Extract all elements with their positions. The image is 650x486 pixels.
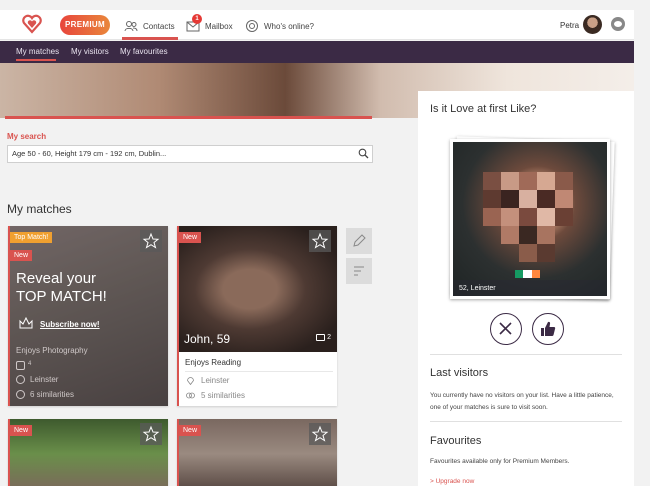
crown-icon (19, 316, 33, 329)
photo-caption: 52, Leinster (459, 285, 496, 292)
matches-title: My matches (7, 202, 72, 216)
new-tag: New (179, 425, 202, 436)
reveal-headline: Reveal your TOP MATCH! (16, 270, 107, 306)
edit-button[interactable] (346, 228, 372, 254)
premium-button[interactable]: PREMIUM (60, 15, 110, 35)
favourite-star-button[interactable] (140, 423, 162, 445)
match-card[interactable]: New John, 59 2 Enjoys Reading Leinster 5… (177, 226, 337, 406)
favourite-star-button[interactable] (140, 230, 162, 252)
similarities-icon (186, 392, 195, 399)
thumbs-up-icon (541, 321, 556, 336)
favourite-star-button[interactable] (309, 230, 331, 252)
card-similarities: 5 similarities (201, 391, 246, 400)
card-interest: Enjoys Reading (185, 358, 242, 367)
card-location: Leinster (201, 376, 230, 385)
edit-icon (353, 234, 366, 247)
nav-whos-online[interactable]: Who's online? (245, 16, 314, 36)
top-header: PREMIUM Contacts Mailbox 1 Who's online?… (0, 10, 634, 40)
camera-icon (316, 334, 326, 341)
like-photo-stack[interactable]: 52, Leinster (450, 136, 615, 300)
similarities-icon (16, 390, 25, 399)
like-button[interactable] (532, 313, 564, 345)
new-tag: New (10, 250, 33, 261)
nav-contacts[interactable]: Contacts (124, 16, 175, 36)
top-match-card[interactable]: Top Match! New Reveal your TOP MATCH! Su… (8, 226, 168, 406)
nav-mailbox-label: Mailbox (205, 21, 233, 31)
card-interest: Enjoys Photography (16, 346, 88, 355)
camera-icon (16, 361, 25, 370)
search-icon[interactable] (358, 148, 369, 159)
match-name-age: John, 59 (184, 332, 231, 346)
nav-whos-online-label: Who's online? (264, 21, 314, 31)
sort-button[interactable] (346, 258, 372, 284)
ireland-flag-icon (515, 270, 540, 278)
top-match-tag: Top Match! (10, 232, 53, 243)
active-subnav-indicator (16, 59, 56, 61)
photo-count: 4 (28, 361, 32, 367)
dislike-button[interactable] (490, 313, 522, 345)
favourites-title: Favourites (430, 435, 482, 447)
nav-contacts-label: Contacts (143, 21, 175, 31)
star-icon (142, 425, 160, 442)
subnav-my-matches[interactable]: My matches (16, 47, 59, 56)
pixelated-photo: 52, Leinster (453, 142, 607, 296)
upgrade-link[interactable]: > Upgrade now (430, 478, 474, 485)
subnav-my-favourites[interactable]: My favourites (120, 47, 168, 56)
search-label: My search (7, 132, 47, 141)
location-icon (187, 377, 194, 385)
love-at-first-like-title: Is it Love at first Like? (430, 103, 537, 115)
sort-icon (354, 266, 364, 276)
avatar[interactable] (583, 15, 602, 34)
star-icon (311, 425, 329, 442)
last-visitors-title: Last visitors (430, 367, 489, 379)
contacts-icon (124, 21, 138, 32)
card-similarities: 6 similarities (30, 390, 75, 399)
subnav-my-visitors[interactable]: My visitors (71, 47, 109, 56)
close-icon (499, 322, 512, 335)
active-nav-indicator (122, 37, 178, 40)
card-divider (185, 371, 333, 372)
match-card[interactable]: New (177, 419, 337, 486)
subscribe-link[interactable]: Subscribe now! (40, 320, 100, 329)
card-location: Leinster (30, 375, 59, 384)
reveal-line-1: Reveal your (16, 270, 97, 287)
search-input[interactable]: Age 50 - 60, Height 179 cm - 192 cm, Dub… (7, 145, 373, 163)
photo-stack-front: 52, Leinster (450, 139, 610, 299)
new-tag: New (10, 425, 33, 436)
reveal-line-2: TOP MATCH! (16, 288, 107, 305)
logo-heart-icon[interactable] (22, 14, 42, 34)
photo-count-value: 2 (327, 334, 331, 341)
favourites-text: Favourites available only for Premium Me… (430, 458, 570, 465)
location-icon (16, 375, 25, 384)
right-panel: Is it Love at first Like? 52, Leinster L… (418, 91, 634, 486)
divider (430, 354, 622, 355)
new-tag: New (179, 232, 202, 243)
last-visitors-text: You currently have no visitors on your l… (430, 392, 614, 411)
photo-count: 2 (316, 334, 331, 341)
sub-navigation: My matches My visitors My favourites (0, 41, 634, 63)
star-icon (142, 232, 160, 249)
mailbox-badge: 1 (192, 14, 202, 24)
eye-icon[interactable] (611, 17, 625, 31)
favourite-star-button[interactable] (309, 423, 331, 445)
divider (430, 421, 622, 422)
whos-online-icon (246, 20, 258, 32)
match-card[interactable]: New (8, 419, 168, 486)
star-icon (311, 232, 329, 249)
hero-accent-line (5, 116, 372, 119)
user-name[interactable]: Petra (560, 21, 579, 30)
